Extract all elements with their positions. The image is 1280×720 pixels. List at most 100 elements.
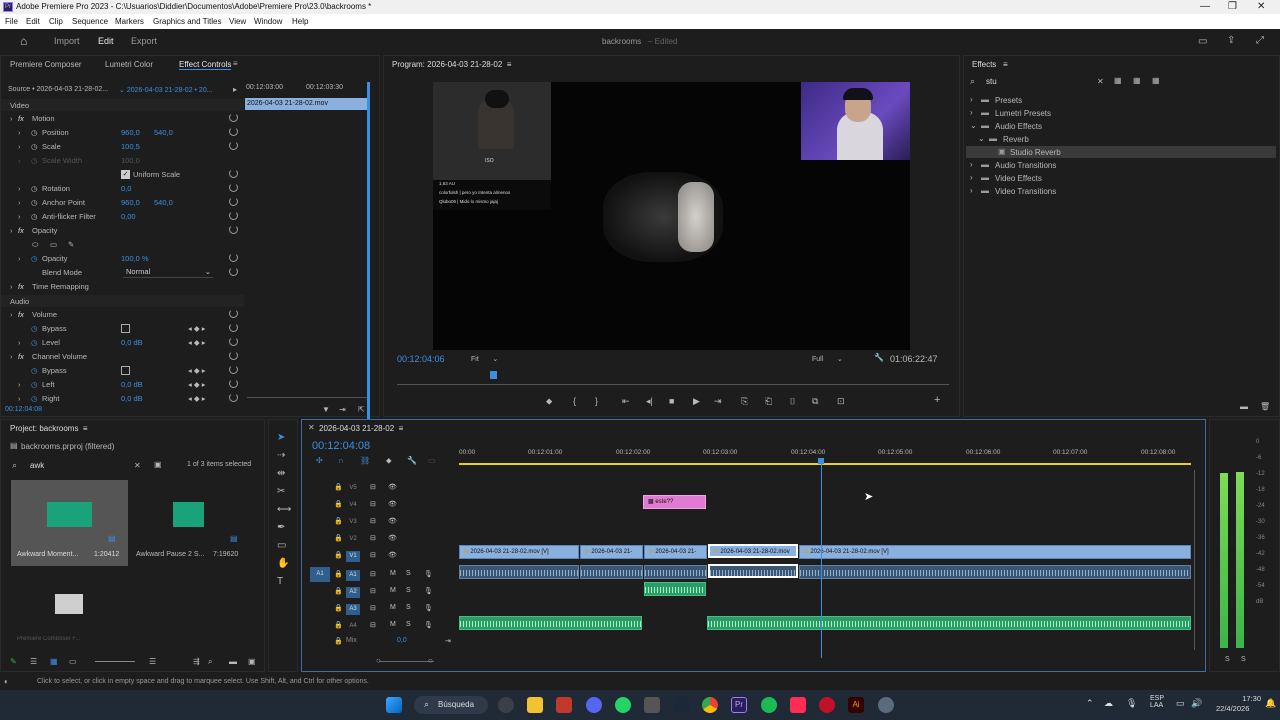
close-icon[interactable]: ✕ [1257, 1, 1265, 12]
new-search-bin-icon[interactable]: ▣ [154, 460, 162, 469]
channel-right-row[interactable]: › ◷ Right 0,0 dB ◂ ◆ ▸ [1, 392, 244, 406]
filter-icon[interactable]: ▼ [322, 405, 330, 414]
rotation-row[interactable]: › ◷ Rotation 0,0 [1, 182, 244, 196]
stop-icon[interactable]: ■ [669, 396, 674, 406]
volume-effect[interactable]: › fx Volume [1, 308, 244, 322]
add-button-icon[interactable]: + [934, 394, 940, 406]
channel-bypass-row[interactable]: ◷ Bypass ◂ ◆ ▸ [1, 364, 244, 378]
time-remapping-effect[interactable]: › fx Time Remapping [1, 280, 244, 294]
work-area-bar[interactable] [459, 463, 1191, 465]
tree-item-audio-effects[interactable]: ⌄ ▬ Audio Effects [970, 120, 1270, 133]
play-icon[interactable]: ▶ [693, 396, 700, 407]
tree-item-studio-reverb[interactable]: ▣ Studio Reverb [966, 146, 1276, 158]
a1-clip-1[interactable] [459, 565, 579, 579]
pen-tool-icon[interactable]: ✒ [277, 522, 285, 533]
whatsapp-icon[interactable] [615, 697, 631, 713]
program-scrub-bar[interactable] [397, 384, 949, 385]
scale-row[interactable]: › ◷ Scale 100,5 [1, 140, 244, 154]
file-explorer-icon[interactable] [527, 697, 543, 713]
extract-icon[interactable]: ⎗ [765, 396, 772, 407]
new-bin-icon[interactable]: ▬ [1240, 402, 1248, 411]
freeform-view-icon[interactable]: ▭ [69, 657, 77, 666]
solo-left-button[interactable]: S [1225, 656, 1230, 663]
windows-start-icon[interactable] [386, 697, 402, 713]
v1-clip-2[interactable]: fx 2026-04-03 21- [580, 545, 643, 559]
bypass-checkbox[interactable] [121, 324, 130, 333]
sort-icon[interactable]: ☰ [149, 657, 156, 666]
zoom-handle-left[interactable]: ○ [376, 656, 381, 665]
captions-icon[interactable]: ▭ [428, 456, 436, 465]
opera-icon[interactable] [819, 697, 835, 713]
a1-clip-3[interactable] [644, 565, 707, 579]
v1-clip-1[interactable]: fx 2026-04-03 21-28-02.mov [V] [459, 545, 579, 559]
opacity-row[interactable]: › ◷ Opacity 100,0 % [1, 252, 244, 266]
channel-bypass-checkbox[interactable] [121, 366, 130, 375]
volume-level-row[interactable]: › ◷ Level 0,0 dB ◂ ◆ ▸ [1, 336, 244, 350]
a1-clip-4-selected[interactable] [708, 564, 798, 578]
opacity-effect[interactable]: › fx Opacity [1, 224, 244, 238]
timeline-vscroll[interactable] [1194, 470, 1195, 650]
solo-right-button[interactable]: S [1241, 656, 1246, 663]
a2-audio-clip[interactable] [644, 582, 706, 596]
vr-icon[interactable]: ⊡ [837, 396, 845, 407]
copilot-icon[interactable] [498, 697, 514, 713]
netflix-icon[interactable] [556, 697, 572, 713]
tree-item-lumetri-presets[interactable]: › ▬ Lumetri Presets [970, 107, 1270, 120]
tree-item-audio-transitions[interactable]: › ▬ Audio Transitions [970, 159, 1270, 172]
fullscreen-icon[interactable]: ⤢ [1256, 35, 1264, 46]
tab-import[interactable]: Import [54, 36, 80, 46]
tree-item-presets[interactable]: › ▬ Presets [970, 94, 1270, 107]
scale-value[interactable]: 100,5 [121, 142, 140, 151]
anchor-point-row[interactable]: › ◷ Anchor Point 960,0 540,0 [1, 196, 244, 210]
a4-music-clip-1[interactable] [459, 616, 642, 630]
timeline-zoom-scroll[interactable] [379, 661, 434, 662]
linked-selection-icon[interactable]: ⛓ [360, 456, 370, 465]
selection-tool-icon[interactable]: ➤ [277, 432, 285, 443]
network-icon[interactable]: ▭ [1176, 698, 1185, 709]
clock-time[interactable]: 17:30 [1231, 694, 1261, 703]
icon-view-icon[interactable]: ▦ [50, 657, 58, 666]
premiere-taskbar-icon[interactable]: Pr [731, 697, 747, 713]
write-protect-icon[interactable]: ✎ [10, 657, 17, 666]
v1-clip-3[interactable]: fx 2026-04-03 21- [644, 545, 707, 559]
ellipse-mask-icon[interactable]: ⬭ [32, 240, 38, 250]
volume-bypass-row[interactable]: ◷ Bypass ◂ ◆ ▸ [1, 322, 244, 336]
project-item-3[interactable]: Premiere Composer F... [11, 570, 128, 640]
title-clip[interactable]: ▩ este?? [643, 495, 706, 509]
workspaces-icon[interactable]: ▭ [1198, 36, 1207, 47]
menu-graphics[interactable]: Graphics and Titles [153, 17, 221, 26]
zoom-handle-right[interactable]: ○ [428, 656, 433, 665]
project-clear-icon[interactable]: ✕ [134, 461, 141, 470]
yuv-effects-icon[interactable]: ▦ [1152, 76, 1160, 85]
32bit-effects-icon[interactable]: ▦ [1133, 76, 1141, 85]
play-clip-icon[interactable]: ▸ [233, 85, 237, 94]
slip-tool-icon[interactable]: ⟷ [277, 504, 291, 515]
position-row[interactable]: › ◷ Position 960,0 540,0 [1, 126, 244, 140]
keyboard-language[interactable]: ESP LAA [1150, 695, 1164, 709]
rect-mask-icon[interactable]: ▭ [50, 240, 57, 249]
lift-icon[interactable]: ⎘ [741, 396, 748, 407]
automate-icon[interactable]: ⇶ [193, 657, 200, 666]
ec-clip-bar[interactable]: 2026-04-03 21-28-02.mov [245, 98, 370, 110]
wrench-icon[interactable]: 🔧 [874, 353, 884, 362]
menu-help[interactable]: Help [292, 17, 308, 26]
v1-clip-5[interactable]: fx 2026-04-03 21-28-02.mov [V] [799, 545, 1191, 559]
ec-playhead[interactable] [367, 82, 370, 427]
tab-effect-controls[interactable]: Effect Controls [179, 60, 232, 70]
camera-icon[interactable]: ⌷ [790, 396, 795, 407]
program-timecode[interactable]: 00:12:04:06 [397, 354, 445, 364]
project-item-2[interactable]: ▤ Awkward Pause 2 S... 7:19620 [131, 480, 248, 566]
tree-item-reverb[interactable]: ⌄ ▬ Reverb [978, 133, 1270, 146]
menu-file[interactable]: File [5, 17, 18, 26]
accelerated-effects-icon[interactable]: ▦ [1114, 76, 1122, 85]
tray-chevron-icon[interactable]: ⌃ [1086, 698, 1094, 709]
add-marker-icon[interactable]: ⬥ [546, 396, 552, 407]
comparison-icon[interactable]: ⧉ [812, 396, 818, 407]
go-to-in-icon[interactable]: ⇤ [622, 396, 630, 407]
mark-in-icon[interactable]: { [573, 396, 576, 406]
steam-icon[interactable] [673, 697, 689, 713]
new-bin-icon[interactable]: ▬ [229, 657, 237, 666]
v1-clip-4-selected[interactable]: fx 2026-04-03 21-28-02.mov [708, 544, 798, 558]
snap-icon[interactable]: ∩ [338, 456, 344, 465]
tab-lumetri-color[interactable]: Lumetri Color [105, 60, 153, 69]
